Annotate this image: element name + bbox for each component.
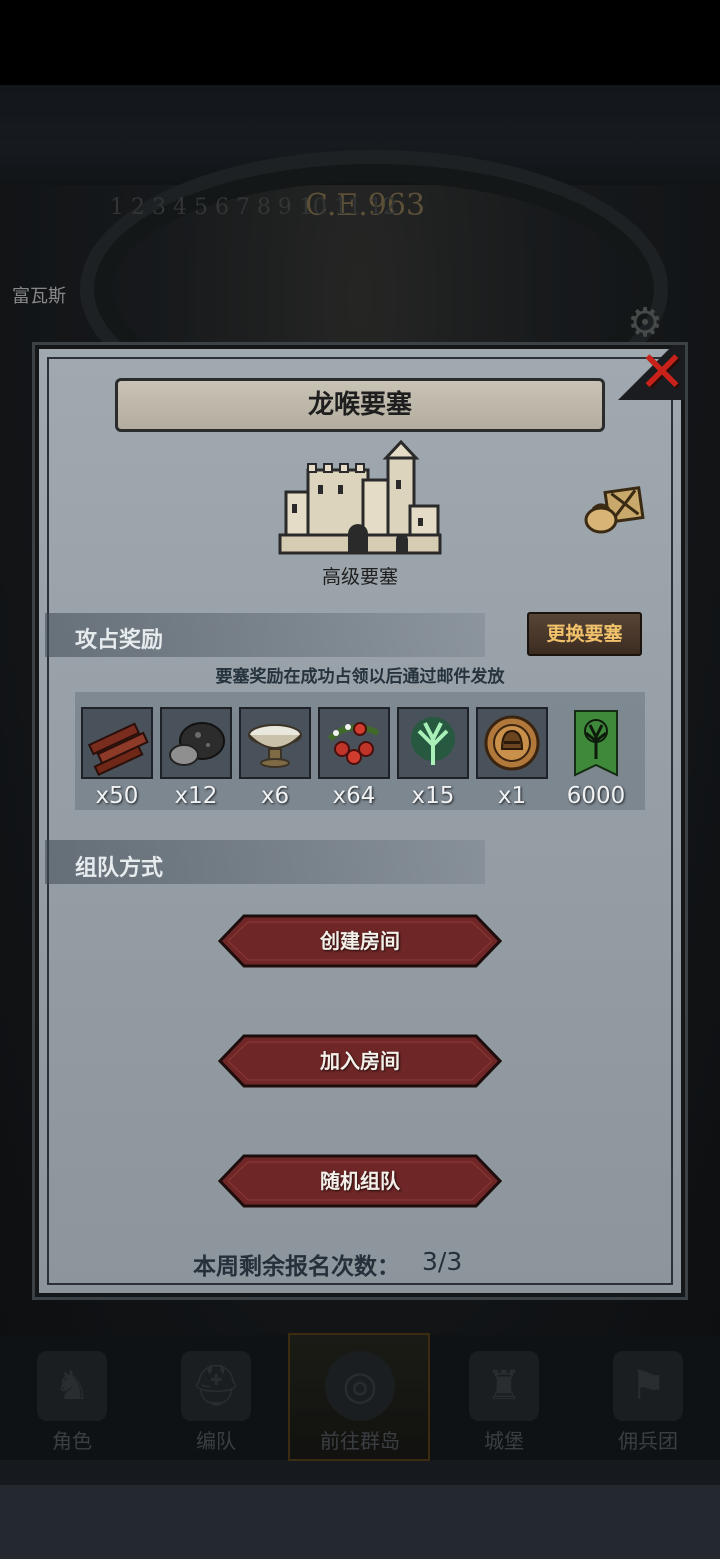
- status-bar: [0, 0, 720, 85]
- reward-note: 要塞奖励在成功占领以后通过邮件发放: [215, 667, 505, 687]
- join-room-button[interactable]: 加入房间: [218, 1034, 502, 1088]
- reward-section-title: 攻占奖励: [75, 628, 164, 653]
- reward-qty: x6: [260, 783, 290, 809]
- reward-item-medal[interactable]: [476, 707, 548, 779]
- create-room-button[interactable]: 创建房间: [218, 914, 502, 968]
- reward-item-banner[interactable]: [573, 709, 619, 777]
- reward-qty: x64: [332, 783, 376, 809]
- tree-banner-icon: [574, 710, 618, 777]
- change-fortress-button[interactable]: 更换要塞: [527, 612, 642, 656]
- reward-qty: x1: [497, 783, 527, 809]
- reward-qty: x15: [411, 783, 455, 809]
- wood-icon: [87, 722, 149, 777]
- supplies-bag-icon[interactable]: [583, 484, 645, 534]
- reward-item-bowl[interactable]: [239, 707, 311, 779]
- fortress-type-label: 高级要塞: [321, 566, 398, 588]
- random-team-label: 随机组队: [320, 1169, 400, 1193]
- ore-icon: [169, 722, 225, 766]
- reward-qty: x12: [174, 783, 218, 809]
- reward-item-berries[interactable]: [318, 707, 390, 779]
- berries-icon: [327, 722, 380, 765]
- reward-qty: 6000: [566, 783, 626, 809]
- reward-qty: x50: [95, 783, 139, 809]
- reward-item-ore[interactable]: [160, 707, 232, 779]
- team-section-title: 组队方式: [75, 856, 164, 881]
- weekly-signups-value: 3/3: [422, 1247, 463, 1276]
- knight-medal-icon: [484, 715, 540, 771]
- fortress-icon: [278, 440, 442, 555]
- reward-item-crystal[interactable]: [397, 707, 469, 779]
- create-room-label: 创建房间: [320, 929, 400, 953]
- modal-title: 龙喉要塞: [307, 390, 412, 420]
- random-team-button[interactable]: 随机组队: [218, 1154, 502, 1208]
- weekly-signups-label: 本周剩余报名次数：: [193, 1254, 400, 1280]
- join-room-label: 加入房间: [320, 1049, 400, 1073]
- close-icon[interactable]: ✕: [636, 343, 688, 403]
- bowl-icon: [248, 724, 302, 768]
- green-tree-crystal-icon: [411, 717, 455, 765]
- reward-item-wood[interactable]: [81, 707, 153, 779]
